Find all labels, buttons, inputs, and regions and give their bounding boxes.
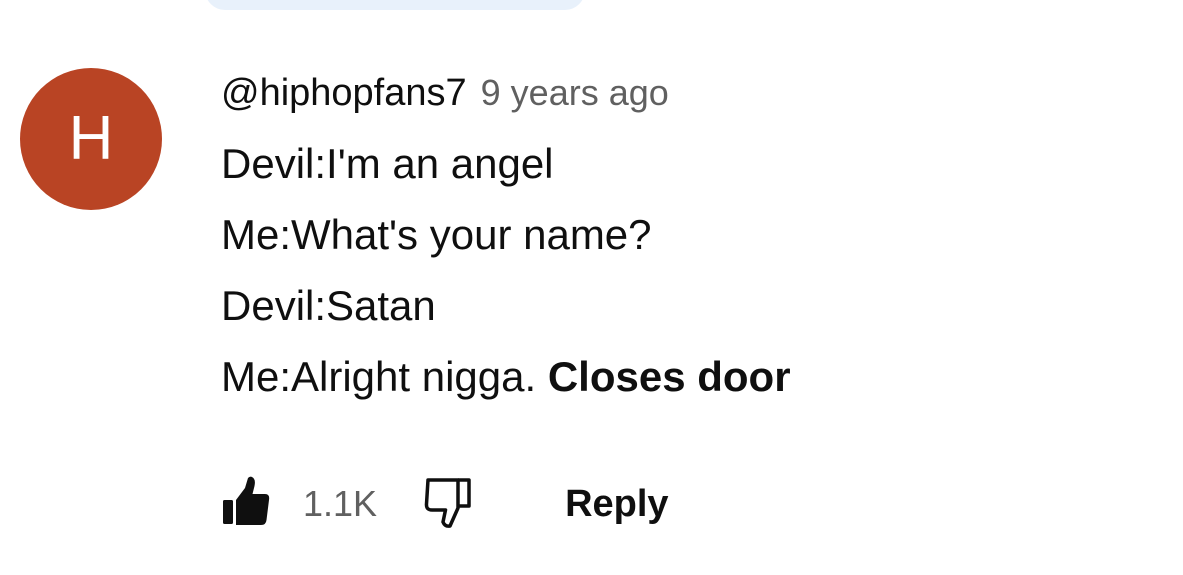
dislike-button[interactable]: [419, 474, 477, 534]
comment-line-text: Me:Alright nigga.: [221, 353, 537, 400]
comment-line: Me:What's your name?: [221, 211, 652, 258]
comment-body: Devil:I'm an angel Me:What's your name? …: [221, 128, 1161, 412]
avatar[interactable]: H: [20, 68, 162, 210]
thumbs-down-icon: [420, 474, 476, 535]
comment-line: Devil:Satan: [221, 282, 436, 329]
like-button[interactable]: [221, 476, 271, 532]
avatar-letter: H: [68, 104, 114, 173]
comment: @hiphopfans7 9 years ago Devil:I'm an an…: [221, 72, 1161, 412]
comment-author[interactable]: @hiphopfans7: [221, 72, 467, 115]
comment-line-last: Me:Alright nigga. Closes door: [221, 341, 1161, 412]
like-count: 1.1K: [303, 483, 378, 524]
top-pill: [205, 0, 585, 10]
comment-actions: 1.1K Reply: [221, 474, 669, 534]
comment-line: Devil:I'm an angel: [221, 140, 554, 187]
comment-header: @hiphopfans7 9 years ago: [221, 72, 1161, 128]
comment-bold-text: Closes door: [547, 353, 791, 400]
reply-button[interactable]: Reply: [565, 483, 668, 526]
thumbs-up-icon: [221, 476, 271, 533]
comment-timestamp[interactable]: 9 years ago: [481, 72, 669, 114]
